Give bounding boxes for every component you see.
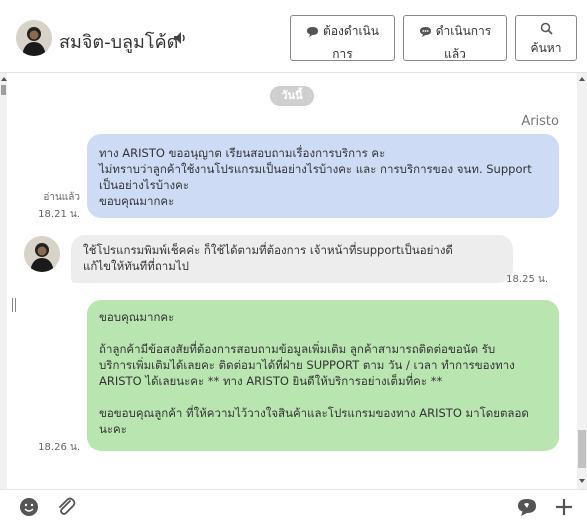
read-receipt: อ่านแล้ว <box>43 192 80 203</box>
contact-avatar[interactable] <box>16 20 52 56</box>
speaker-icon[interactable] <box>172 30 188 46</box>
scroll-up-arrow-icon[interactable] <box>579 77 585 81</box>
message-composer <box>0 489 587 523</box>
chat-icon[interactable] <box>515 495 539 519</box>
pending-action-button[interactable]: ต้องดำเนิน การ <box>290 15 395 61</box>
message-time: 18.26 น. <box>38 442 80 453</box>
chat-header: สมจิต-บลูมโค้ด ต้องดำเนิน การ ดำเนินการ … <box>0 0 587 73</box>
chat-bubble-icon <box>307 26 319 37</box>
sender-avatar[interactable] <box>24 236 60 272</box>
done-action-button[interactable]: ดำเนินการ แล้ว <box>403 15 507 61</box>
search-button-label: ค้นหา <box>530 41 562 55</box>
done-button-label-line2: แล้ว <box>444 47 466 61</box>
scroll-down-arrow-icon[interactable] <box>579 479 585 483</box>
left-scrollbar-thumb[interactable] <box>1 85 6 95</box>
emoji-icon[interactable] <box>17 495 41 519</box>
chat-bubble-dots-icon <box>419 26 431 37</box>
paperclip-icon[interactable] <box>54 495 78 519</box>
contact-name: สมจิต-บลูมโค้ด <box>59 32 179 53</box>
sender-name: Aristo <box>521 114 559 129</box>
day-badge: วันนี้ <box>270 86 314 106</box>
left-scrollbar[interactable] <box>0 73 7 489</box>
message-bubble-outgoing-green: ขอบคุณมากคะ ถ้าลูกค้ามีข้อสงสัยที่ต้องกา… <box>87 300 559 451</box>
right-scrollbar[interactable] <box>577 73 587 489</box>
done-button-label-line1: ดำเนินการ <box>435 24 492 38</box>
plus-icon[interactable] <box>552 495 576 519</box>
message-time: 18.25 น. <box>506 274 548 285</box>
pending-button-label-line1: ต้องดำเนิน <box>323 24 379 38</box>
search-icon <box>540 22 553 35</box>
right-scrollbar-thumb[interactable] <box>578 430 586 468</box>
resize-handle[interactable] <box>12 298 18 312</box>
search-button[interactable]: ค้นหา <box>515 15 577 61</box>
pending-button-label-line2: การ <box>332 47 353 61</box>
message-bubble-incoming: ใช้โปรแกรมพิมพ์เช็คค่ะ ก็ใช้ได้ตามที่ต้อ… <box>71 235 513 283</box>
message-bubble-outgoing: ทาง ARISTO ขออนุญาต เรียนสอบถามเรื่องการ… <box>87 134 559 218</box>
message-time: 18.21 น. <box>38 209 80 220</box>
